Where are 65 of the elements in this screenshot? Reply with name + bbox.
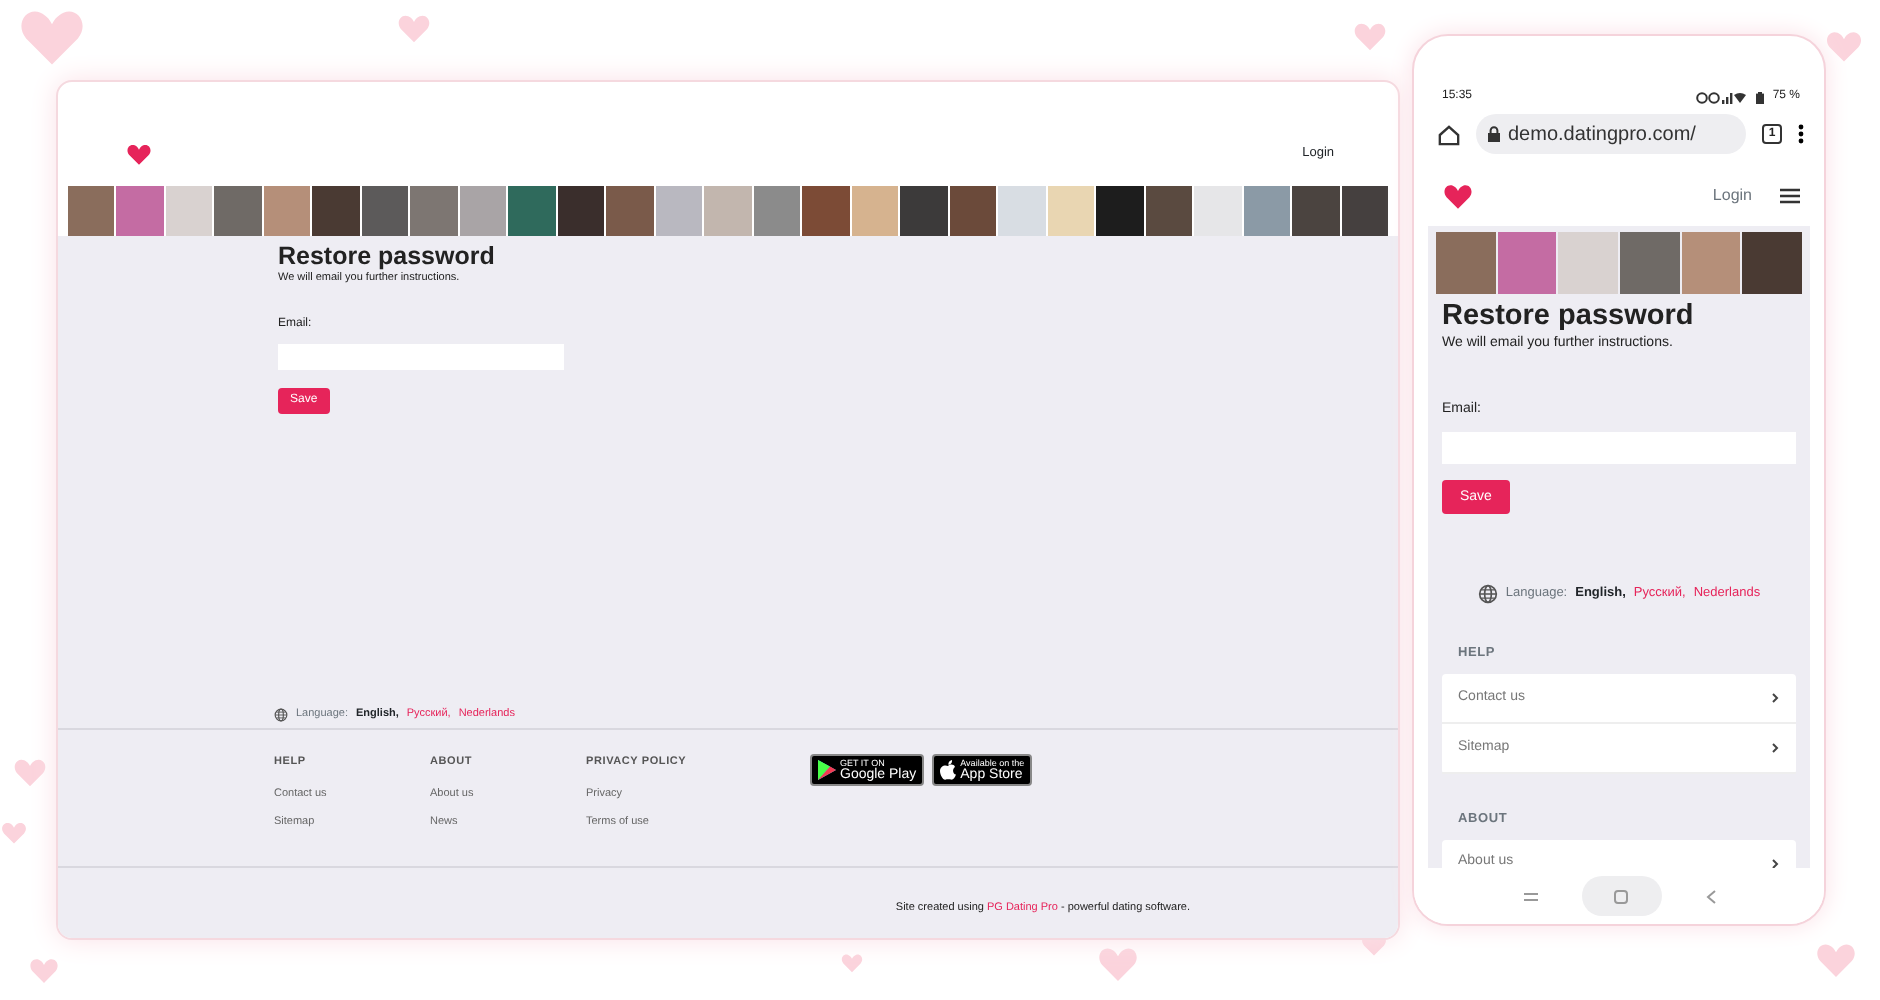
chevron-right-icon bbox=[1770, 857, 1780, 868]
address-bar[interactable]: demo.datingpro.com/ bbox=[1476, 114, 1746, 154]
heart-icon bbox=[1352, 20, 1388, 52]
photo-placeholder bbox=[263, 186, 311, 236]
photo-placeholder bbox=[1681, 232, 1741, 294]
photo-placeholder bbox=[1558, 232, 1619, 294]
photo-placeholder bbox=[1292, 186, 1340, 236]
photo-placeholder bbox=[655, 186, 703, 236]
page-title: Restore password bbox=[1442, 300, 1696, 334]
photo-placeholder bbox=[410, 186, 458, 236]
heart-icon bbox=[12, 756, 48, 788]
photo-placeholder bbox=[851, 186, 899, 236]
photo-placeholder bbox=[557, 186, 605, 236]
photo-placeholder bbox=[1742, 232, 1803, 294]
lock-icon bbox=[1488, 126, 1500, 142]
photo-placeholder bbox=[1096, 186, 1144, 236]
photo-placeholder bbox=[508, 186, 556, 236]
photo-placeholder bbox=[998, 186, 1046, 236]
apple-icon bbox=[940, 760, 957, 781]
photo-placeholder bbox=[1620, 232, 1680, 294]
heart-icon bbox=[840, 952, 864, 974]
photo-placeholder bbox=[606, 186, 654, 236]
battery-icon bbox=[1756, 91, 1765, 103]
heart-icon bbox=[1824, 28, 1864, 64]
back-icon[interactable] bbox=[1705, 889, 1715, 903]
page-title: Restore password bbox=[278, 242, 497, 270]
photo-placeholder bbox=[459, 186, 507, 236]
login-link[interactable]: Login bbox=[1712, 184, 1752, 208]
photo-placeholder bbox=[802, 186, 850, 236]
photo-placeholder bbox=[949, 186, 997, 236]
photo-placeholder bbox=[704, 186, 752, 236]
photo-placeholder bbox=[1497, 232, 1557, 294]
photo-placeholder bbox=[1341, 186, 1389, 236]
heart-icon bbox=[1096, 944, 1140, 983]
globe-icon bbox=[1477, 584, 1498, 604]
photo-placeholder bbox=[116, 186, 164, 236]
photo-placeholder bbox=[312, 186, 360, 236]
recent-apps-icon[interactable] bbox=[1523, 891, 1537, 901]
heart-icon bbox=[396, 12, 432, 44]
heart-logo-icon[interactable] bbox=[1442, 182, 1474, 210]
home-button[interactable] bbox=[1581, 876, 1661, 916]
square-icon bbox=[1614, 889, 1628, 903]
photo-placeholder bbox=[68, 186, 115, 236]
url-text: demo.datingpro.com/ bbox=[1508, 121, 1696, 149]
photo-placeholder bbox=[753, 186, 801, 236]
photo-placeholder bbox=[165, 186, 213, 236]
play-triangle-icon bbox=[818, 760, 836, 781]
globe-icon bbox=[274, 707, 288, 722]
photo-placeholder bbox=[1047, 186, 1095, 236]
photo-placeholder bbox=[900, 186, 948, 236]
menu-icon[interactable] bbox=[1780, 188, 1800, 204]
home-icon[interactable] bbox=[1438, 123, 1460, 145]
heart-icon bbox=[28, 956, 60, 985]
chevron-right-icon bbox=[1770, 741, 1780, 754]
chevron-right-icon bbox=[1770, 691, 1780, 704]
heart-logo-icon[interactable] bbox=[126, 142, 152, 166]
status-icons bbox=[1696, 91, 1749, 103]
photo-placeholder bbox=[1436, 232, 1496, 294]
photo-placeholder bbox=[1145, 186, 1193, 236]
photo-placeholder bbox=[214, 186, 262, 236]
more-menu-icon[interactable] bbox=[1798, 124, 1804, 144]
photo-placeholder bbox=[361, 186, 409, 236]
photo-placeholder bbox=[1243, 186, 1291, 236]
heart-icon bbox=[1814, 940, 1858, 979]
heart-icon bbox=[0, 820, 28, 845]
